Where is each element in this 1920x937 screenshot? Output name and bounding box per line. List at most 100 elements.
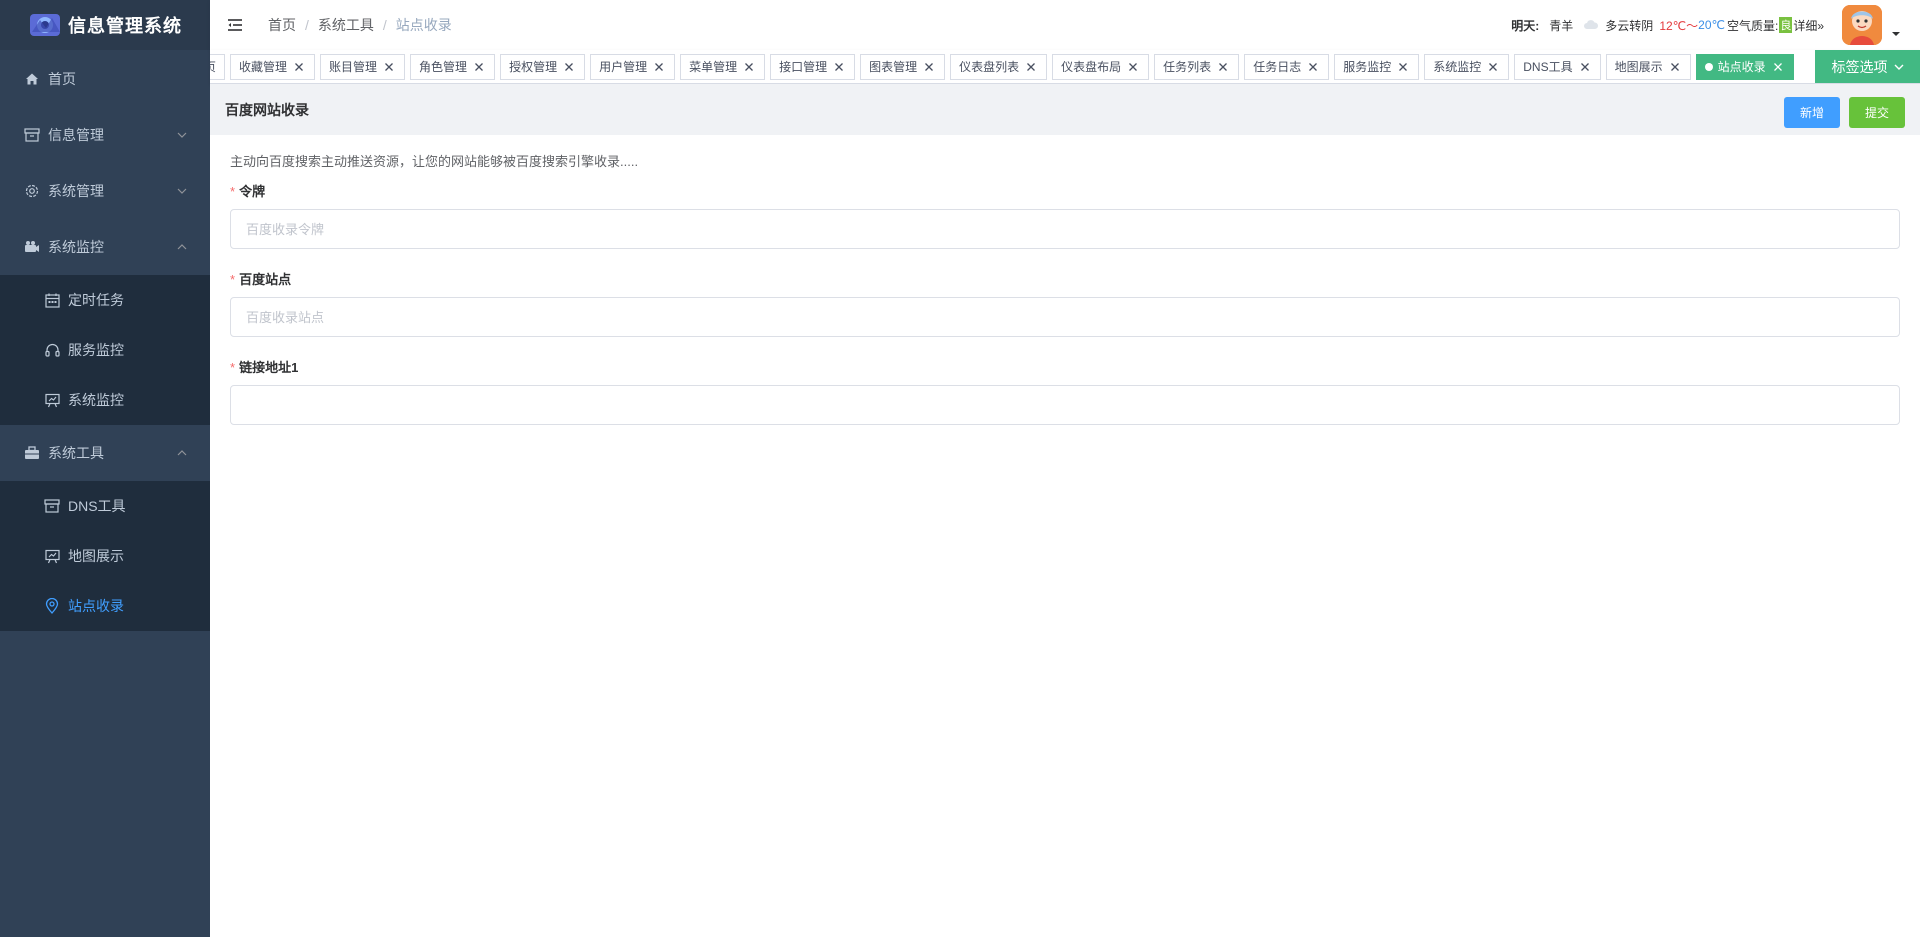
cloud-icon [1584,20,1599,29]
breadcrumb-home[interactable]: 首页 [268,15,296,35]
close-icon[interactable] [1486,60,1500,74]
close-icon[interactable] [1668,60,1682,74]
tag-label: 页 [210,60,217,74]
tag-item[interactable]: 授权管理 [500,54,586,80]
tag-item[interactable]: 收藏管理 [230,54,316,80]
tag-item[interactable]: 仪表盘列表 [950,54,1048,80]
sidebar-item-label: 站点收录 [68,598,124,614]
required-asterisk: * [230,360,236,375]
hamburger-button[interactable] [210,0,260,50]
sidebar-item-site-indexing[interactable]: 站点收录 [0,581,210,631]
sidebar-item-info-management[interactable]: 信息管理 [0,107,210,163]
tags-list: 页 收藏管理 账目管理 角色管理 授权管理 用户管理 菜单管理 接口管理 图表管理 仪表盘列表 仪表… [210,54,1794,80]
close-icon[interactable] [472,60,486,74]
card-header: 百度网站收录 新增 提交 [210,84,1920,135]
tag-item[interactable]: 任务列表 [1154,54,1240,80]
tag-options-button[interactable]: 标签选项 [1815,50,1920,83]
sidebar-item-map-display[interactable]: 地图展示 [0,531,210,581]
submit-button[interactable]: 提交 [1849,97,1905,128]
weather-widget: 明天: 青羊 多云转阴 12℃～ 20℃ 空气质量: 良 详细» [1511,0,1824,50]
sidebar-item-system-monitor-group[interactable]: 系统监控 [0,219,210,275]
sidebar-item-label: 系统监控 [48,239,104,255]
tag-item[interactable]: 仪表盘布局 [1052,54,1150,80]
close-icon[interactable] [652,60,666,74]
close-icon[interactable] [1024,60,1038,74]
caret-down-icon[interactable] [1892,30,1900,38]
page-title: 百度网站收录 [225,101,309,118]
chevron-up-icon [177,450,187,456]
tag-label: 授权管理 [509,60,558,74]
close-icon[interactable] [1578,60,1592,74]
submenu-system-tools: DNS工具 地图展示 站点收录 [0,481,210,631]
close-icon[interactable] [832,60,846,74]
link-input[interactable] [230,385,1900,425]
calendar-icon [44,292,60,308]
close-icon[interactable] [1216,60,1230,74]
tag-item[interactable]: 用户管理 [590,54,676,80]
navbar: 首页 / 系统工具 / 站点收录 明天: 青羊 多云转阴 12℃～ 20℃ 空气… [210,0,1920,50]
weather-detail-link[interactable]: 详细» [1793,17,1824,34]
sidebar-item-service-monitor[interactable]: 服务监控 [0,325,210,375]
close-icon[interactable] [742,60,756,74]
token-input[interactable] [230,209,1900,249]
tag-item[interactable]: 图表管理 [860,54,946,80]
tags-scroll-container[interactable]: 页 收藏管理 账目管理 角色管理 授权管理 用户管理 菜单管理 接口管理 图表管理 仪表盘列表 仪表… [210,50,1815,84]
app-title: 信息管理系统 [68,16,182,36]
close-icon[interactable] [1126,60,1140,74]
home-icon [24,71,40,87]
close-icon[interactable] [382,60,396,74]
breadcrumb-system-tools[interactable]: 系统工具 [318,15,374,35]
main-content: 百度网站收录 新增 提交 主动向百度搜索主动推送资源，让您的网站能够被百度搜索引… [210,84,1920,937]
close-icon[interactable] [1306,60,1320,74]
tag-item[interactable]: 菜单管理 [680,54,766,80]
submenu-system-monitor: 定时任务 服务监控 系统监控 [0,275,210,425]
weather-condition: 多云转阴 [1605,18,1654,33]
chevron-down-icon [1894,64,1903,70]
sidebar-item-scheduled-tasks[interactable]: 定时任务 [0,275,210,325]
sidebar-item-system-tools-group[interactable]: 系统工具 [0,425,210,481]
logo[interactable]: 信息管理系统 [0,0,210,50]
tag-item[interactable]: 页 [210,54,226,80]
site-input[interactable] [230,297,1900,337]
tag-item[interactable]: 站点收录 [1695,54,1794,80]
tag-label: 图表管理 [869,60,918,74]
camera-icon [24,239,40,255]
tag-item[interactable]: 地图展示 [1605,54,1691,80]
sidebar-item-label: 定时任务 [68,292,124,308]
tag-item[interactable]: 任务日志 [1244,54,1330,80]
tag-item[interactable]: 接口管理 [770,54,856,80]
menu-fold-icon [228,19,242,31]
add-button[interactable]: 新增 [1784,97,1840,128]
tag-item[interactable]: DNS工具 [1514,54,1601,80]
active-dot [1704,63,1713,71]
sidebar: 信息管理系统 首页 信息管理 系统管理 系统监控 定时任务 服务监控 系统监控 … [0,0,210,937]
tag-item[interactable]: 服务监控 [1334,54,1420,80]
toolbox-icon [24,445,40,461]
weather-label: 明天: [1511,18,1540,33]
field-label: * 百度站点 [230,269,1900,287]
site-label: 百度站点 [239,272,292,287]
chevron-down-icon [177,188,187,194]
sidebar-item-system-monitor[interactable]: 系统监控 [0,375,210,425]
close-icon[interactable] [1771,60,1785,74]
avatar[interactable] [1842,5,1882,45]
required-asterisk: * [230,272,236,287]
close-icon[interactable] [1396,60,1410,74]
tag-item[interactable]: 账目管理 [320,54,406,80]
close-icon[interactable] [292,60,306,74]
close-icon[interactable] [562,60,576,74]
sidebar-item-system-management[interactable]: 系统管理 [0,163,210,219]
sidebar-item-label: 系统监控 [68,392,124,408]
sidebar-item-home[interactable]: 首页 [0,51,210,107]
tag-item[interactable]: 系统监控 [1424,54,1510,80]
tag-label: 收藏管理 [239,60,288,74]
tag-label: 仪表盘布局 [1061,60,1122,74]
air-quality-label: 空气质量: [1726,18,1779,33]
sidebar-item-dns-tool[interactable]: DNS工具 [0,481,210,531]
tag-label: 账目管理 [329,60,378,74]
close-icon[interactable] [922,60,936,74]
tag-label: 任务列表 [1163,60,1212,74]
tag-item[interactable]: 角色管理 [410,54,496,80]
chevron-up-icon [177,244,187,250]
tag-label: 菜单管理 [689,60,738,74]
